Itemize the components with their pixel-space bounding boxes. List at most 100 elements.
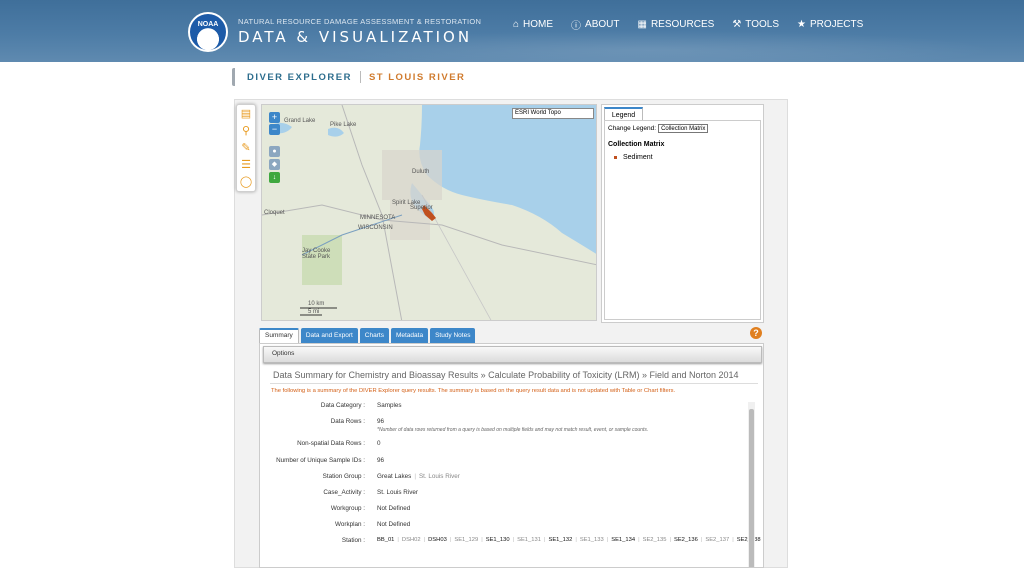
download-icon[interactable]: ↓ <box>269 172 280 183</box>
station-link[interactable]: SE1_131 <box>517 537 541 543</box>
summary-title: Data Summary for Chemistry and Bioassay … <box>273 370 739 380</box>
station-link[interactable]: SE1_132 <box>548 537 572 543</box>
row-label: Case_Activity : <box>323 489 365 496</box>
station-separator: | <box>700 537 703 543</box>
site-title[interactable]: DATA & VISUALIZATION <box>238 28 472 46</box>
value-separator: | <box>414 473 416 480</box>
summary-note: The following is a summary of the DIVER … <box>271 388 676 394</box>
options-button[interactable]: Options <box>272 350 294 357</box>
scroll-thumb[interactable] <box>749 409 754 567</box>
legend-body: Change Legend: Collection Matrix Collect… <box>604 120 761 320</box>
pike-lake-water <box>328 127 344 137</box>
station-link[interactable]: DSH02 <box>402 537 421 543</box>
station-link[interactable]: SE2_135 <box>643 537 667 543</box>
tab-metadata[interactable]: Metadata <box>390 328 429 343</box>
station-separator: | <box>606 537 609 543</box>
star-icon: ★ <box>797 19 806 30</box>
row-value: Great Lakes | St. Louis River <box>377 473 460 480</box>
row-value: Samples <box>377 402 402 409</box>
row-label: Data Category : <box>320 402 365 409</box>
nav-label: HOME <box>523 19 554 30</box>
map-label: Pike Lake <box>330 122 357 128</box>
station-link[interactable]: SE2_136 <box>674 537 698 543</box>
nav-projects[interactable]: ★ PROJECTS <box>797 17 863 32</box>
tab-summary[interactable]: Summary <box>259 328 299 343</box>
help-icon[interactable]: ? <box>750 327 762 339</box>
station-separator: | <box>449 537 452 543</box>
breadcrumb-app[interactable]: DIVER EXPLORER <box>247 72 352 83</box>
legend-item: Sediment <box>614 154 757 161</box>
station-link[interactable]: SE2_137 <box>705 537 729 543</box>
station-link[interactable]: SE1_130 <box>486 537 510 543</box>
zoom-out-button[interactable]: − <box>269 124 280 135</box>
nav-home[interactable]: ⌂ HOME <box>513 17 553 32</box>
row-value: 0 <box>377 440 381 447</box>
nav-about[interactable]: ⓘ ABOUT <box>571 17 619 32</box>
nav-tools[interactable]: ⚒ TOOLS <box>732 17 779 32</box>
legend-panel: Legend Change Legend: Collection Matrix … <box>601 104 764 323</box>
main-nav: ⌂ HOME ⓘ ABOUT ▦ RESOURCES ⚒ TOOLS ★ PROJECTS <box>513 17 863 32</box>
row-label: Data Rows : <box>330 418 365 425</box>
map-canvas[interactable] <box>262 105 597 321</box>
change-legend-label: Change Legend: <box>608 125 657 132</box>
tab-legend[interactable]: Legend <box>604 107 643 121</box>
station-separator: | <box>638 537 640 543</box>
logo-text: NOAA <box>197 21 219 28</box>
legend-item-label: Sediment <box>623 154 653 161</box>
tab-charts[interactable]: Charts <box>359 328 389 343</box>
edit-icon[interactable]: ✎ <box>237 139 255 156</box>
station-link[interactable]: SE1_134 <box>611 537 635 543</box>
list-icon[interactable]: ☰ <box>237 156 255 173</box>
nav-label: TOOLS <box>745 19 779 30</box>
breadcrumb-divider <box>359 71 361 83</box>
station-link[interactable]: BB_01 <box>377 537 394 543</box>
station-link[interactable]: DSH03 <box>428 537 447 543</box>
station-link[interactable]: SE1_133 <box>580 537 604 543</box>
legend-select[interactable]: Collection Matrix <box>658 124 709 133</box>
lake-superior <box>419 105 596 254</box>
station-link[interactable]: SE1_129 <box>454 537 478 543</box>
full-extent-icon[interactable]: ● <box>269 146 280 157</box>
station-group-value[interactable]: Great Lakes <box>377 473 411 480</box>
results-tabs: Summary Data and Export Charts Metadata Stud… <box>259 328 476 343</box>
map-view[interactable]: + − ● ◆ ↓ ESRI World Topo Grand Lake Pik… <box>261 104 597 321</box>
row-label: Non-spatial Data Rows : <box>297 440 365 447</box>
nav-label: RESOURCES <box>650 19 715 30</box>
station-separator: | <box>481 537 483 543</box>
row-value: 96 <box>377 418 385 425</box>
comment-icon[interactable]: ◯ <box>237 173 255 190</box>
row-value: 96 <box>377 457 385 464</box>
row-label: Workgroup : <box>330 505 365 512</box>
scale-km-label: 10 km <box>308 301 325 307</box>
map-label: Jay Cooke State Park <box>302 248 331 260</box>
row-label: Station : <box>341 537 365 544</box>
station-separator: | <box>575 537 577 543</box>
state-park-area <box>302 235 342 285</box>
query-icon[interactable]: ▤ <box>237 105 255 122</box>
noaa-logo[interactable]: NOAA <box>188 12 228 52</box>
station-separator: | <box>423 537 426 543</box>
map-label: MINNESOTA <box>360 215 396 221</box>
summary-content: Options Data Summary for Chemistry and B… <box>259 343 764 568</box>
map-label: Cloquet <box>264 210 285 216</box>
station-list: BB_01 | DSH02 | DSH03 | SE1_129 | SE1_130 | SE1_13… <box>377 535 761 545</box>
tab-study-notes[interactable]: Study Notes <box>430 328 476 343</box>
map-label: Spirit Lake <box>392 200 421 206</box>
zoom-in-button[interactable]: + <box>269 112 280 123</box>
summary-scrollbar[interactable] <box>748 402 755 567</box>
row-value: Not Defined <box>377 505 411 512</box>
identify-icon[interactable]: ◆ <box>269 159 280 170</box>
row-label: Workplan : <box>335 521 365 528</box>
station-separator: | <box>512 537 515 543</box>
info-icon: ⓘ <box>571 21 582 32</box>
basemap-select[interactable]: ESRI World Topo <box>512 108 594 119</box>
breadcrumb-project: ST LOUIS RIVER <box>368 71 466 83</box>
nav-resources[interactable]: ▦ RESOURCES <box>638 17 715 32</box>
sediment-swatch <box>614 156 617 159</box>
search-icon[interactable]: ⚲ <box>237 122 255 139</box>
map-icon: ▦ <box>637 19 647 30</box>
tab-data-and-export[interactable]: Data and Export <box>300 328 358 343</box>
station-group-value[interactable]: St. Louis River <box>419 473 460 480</box>
map-label: Duluth <box>412 169 430 175</box>
nav-label: ABOUT <box>585 19 620 30</box>
